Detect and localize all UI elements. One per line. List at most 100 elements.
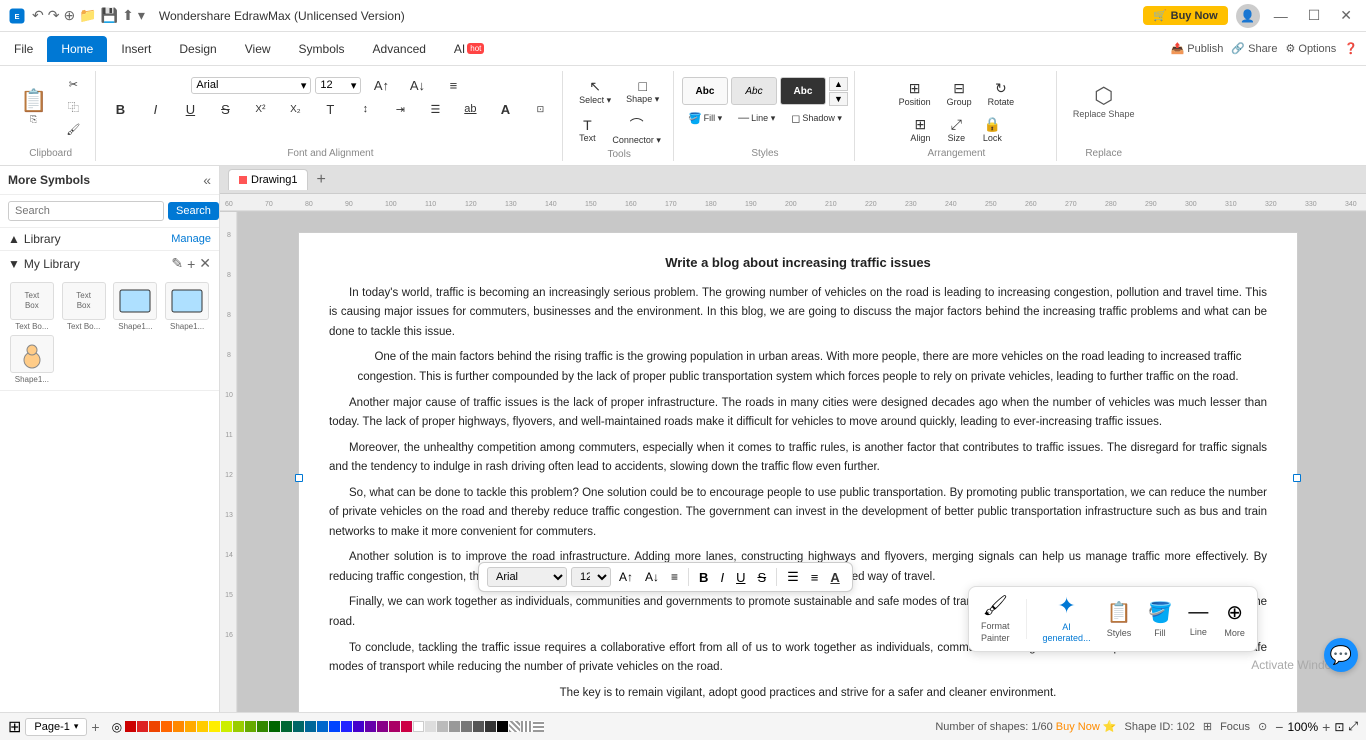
color-swatch[interactable] [245, 721, 256, 732]
color-swatch[interactable] [353, 721, 364, 732]
connector-button[interactable]: ⌒ Connector ▾ [606, 112, 667, 149]
color-swatch[interactable] [509, 721, 520, 732]
size-button[interactable]: ⤢ Size [940, 113, 972, 146]
position-button[interactable]: ⊞ Position [893, 77, 937, 110]
floating-color-btn[interactable]: A [826, 568, 843, 587]
focus-icon[interactable]: ⊙ [1258, 720, 1267, 733]
floating-list-btn[interactable]: ☰ [783, 567, 803, 587]
floating-italic-btn[interactable]: I [716, 568, 728, 587]
color-swatch[interactable] [137, 721, 148, 732]
color-swatch[interactable] [161, 721, 172, 732]
shape-button[interactable]: □ Shape ▾ [620, 75, 665, 108]
strikethrough-button[interactable]: S [209, 99, 241, 120]
redo-btn[interactable]: ↷ [48, 7, 60, 24]
cut-button[interactable]: ✂ [57, 75, 89, 94]
floating-bold-btn[interactable]: B [695, 568, 712, 587]
color-swatch[interactable] [425, 721, 436, 732]
floating-size-selector[interactable]: 12 [571, 567, 611, 587]
floating-font-selector[interactable]: Arial [487, 567, 567, 587]
text-align-button[interactable]: ≡ [437, 75, 469, 96]
selection-handle-left[interactable] [295, 474, 303, 482]
rotate-button[interactable]: ↻ Rotate [982, 77, 1021, 110]
color-swatch[interactable] [197, 721, 208, 732]
list-item[interactable]: TextBox Text Bo... [60, 282, 108, 331]
menu-home[interactable]: Home [47, 36, 107, 62]
color-swatch[interactable] [221, 721, 232, 732]
color-swatch[interactable] [233, 721, 244, 732]
new-btn[interactable]: ⊕ [63, 7, 75, 24]
search-input[interactable] [8, 201, 164, 221]
color-swatch[interactable] [293, 721, 304, 732]
color-swatch[interactable] [377, 721, 388, 732]
styles-down-button[interactable]: ▼ [829, 92, 848, 106]
color-swatch[interactable] [317, 721, 328, 732]
drawing-tab[interactable]: Drawing1 [228, 169, 308, 190]
sidebar-collapse-button[interactable]: « [203, 172, 211, 188]
styles-up-button[interactable]: ▲ [829, 77, 848, 91]
undo-btn[interactable]: ↶ [32, 7, 44, 24]
ai-action[interactable]: ✦ AIgenerated... [1043, 593, 1091, 645]
align-button[interactable]: ⊞ Align [904, 113, 936, 146]
subscript-button[interactable]: X₂ [279, 101, 311, 118]
user-avatar[interactable]: 👤 [1236, 4, 1260, 28]
zoom-in-button[interactable]: + [1322, 719, 1330, 735]
text-button[interactable]: T Text [571, 114, 603, 146]
font-family-selector[interactable]: Arial ▾ [191, 77, 311, 94]
list-item[interactable]: Shape1... [112, 282, 160, 331]
color-swatch[interactable] [413, 721, 424, 732]
open-btn[interactable]: 📁 [79, 7, 96, 24]
color-swatch[interactable] [437, 721, 448, 732]
style-btn-1[interactable]: Abc [682, 77, 728, 105]
color-swatch[interactable] [305, 721, 316, 732]
canvas-scroll[interactable]: Write a blog about increasing traffic is… [238, 212, 1366, 712]
line-style-button[interactable]: — Line ▾ [732, 109, 781, 128]
color-swatch[interactable] [281, 721, 292, 732]
select-button[interactable]: ↖ Select ▾ [573, 75, 617, 109]
color-swatch[interactable] [329, 721, 340, 732]
floating-decrease-btn[interactable]: A↓ [641, 568, 663, 586]
floating-underline-btn[interactable]: U [732, 568, 749, 587]
color-swatch[interactable] [473, 721, 484, 732]
group-button[interactable]: ⊟ Group [941, 77, 978, 110]
font-more-button[interactable]: ⊡ [524, 101, 556, 118]
italic-button[interactable]: I [139, 99, 171, 120]
color-swatch[interactable] [149, 721, 160, 732]
color-swatch[interactable] [521, 721, 532, 732]
floating-align-btn[interactable]: ≡ [667, 568, 682, 586]
shadow-button[interactable]: ◻ Shadow ▾ [785, 109, 848, 128]
chat-button[interactable]: 💬 [1324, 638, 1358, 672]
font-increase-button[interactable]: A↑ [365, 75, 397, 96]
copy-button[interactable]: ⿻ [57, 96, 89, 118]
more-btn[interactable]: ▾ [138, 7, 145, 24]
menu-view[interactable]: View [231, 36, 285, 62]
color-picker-icon[interactable]: ◎ [112, 720, 122, 734]
manage-button[interactable]: Manage [171, 233, 211, 245]
menu-symbols[interactable]: Symbols [285, 36, 359, 62]
color-swatch[interactable] [449, 721, 460, 732]
maximize-button[interactable]: ☐ [1302, 7, 1327, 24]
fill-button[interactable]: 🪣 Fill ▾ [682, 109, 728, 128]
color-swatch[interactable] [173, 721, 184, 732]
text-bg-button[interactable]: ab [454, 100, 486, 118]
minimize-button[interactable]: — [1268, 8, 1294, 24]
color-swatch[interactable] [269, 721, 280, 732]
color-swatch[interactable] [365, 721, 376, 732]
menu-ai[interactable]: AI hot [440, 36, 498, 62]
text-style-button[interactable]: T [314, 99, 346, 120]
focus-mode[interactable]: Focus [1220, 721, 1250, 733]
format-painter-action[interactable]: 🖌 FormatPainter [981, 593, 1010, 644]
buy-now-status[interactable]: Buy Now [1056, 721, 1100, 733]
replace-shape-button[interactable]: ⬡ Replace Shape [1065, 79, 1143, 124]
fullscreen-button[interactable]: ⤢ [1348, 719, 1358, 734]
color-swatch[interactable] [125, 721, 136, 732]
color-swatch[interactable] [401, 721, 412, 732]
selection-handle-right[interactable] [1293, 474, 1301, 482]
layers-icon[interactable]: ⊞ [1203, 720, 1212, 733]
line-spacing-button[interactable]: ↕ [349, 100, 381, 118]
page-indicator[interactable]: Page-1 ▾ [25, 718, 87, 736]
list-style-button[interactable]: ☰ [419, 100, 451, 119]
more-action[interactable]: ⊕ More [1224, 600, 1245, 638]
floating-increase-btn[interactable]: A↑ [615, 568, 637, 586]
list-item[interactable]: Shape1... [163, 282, 211, 331]
style-btn-3[interactable]: Abc [780, 77, 826, 105]
